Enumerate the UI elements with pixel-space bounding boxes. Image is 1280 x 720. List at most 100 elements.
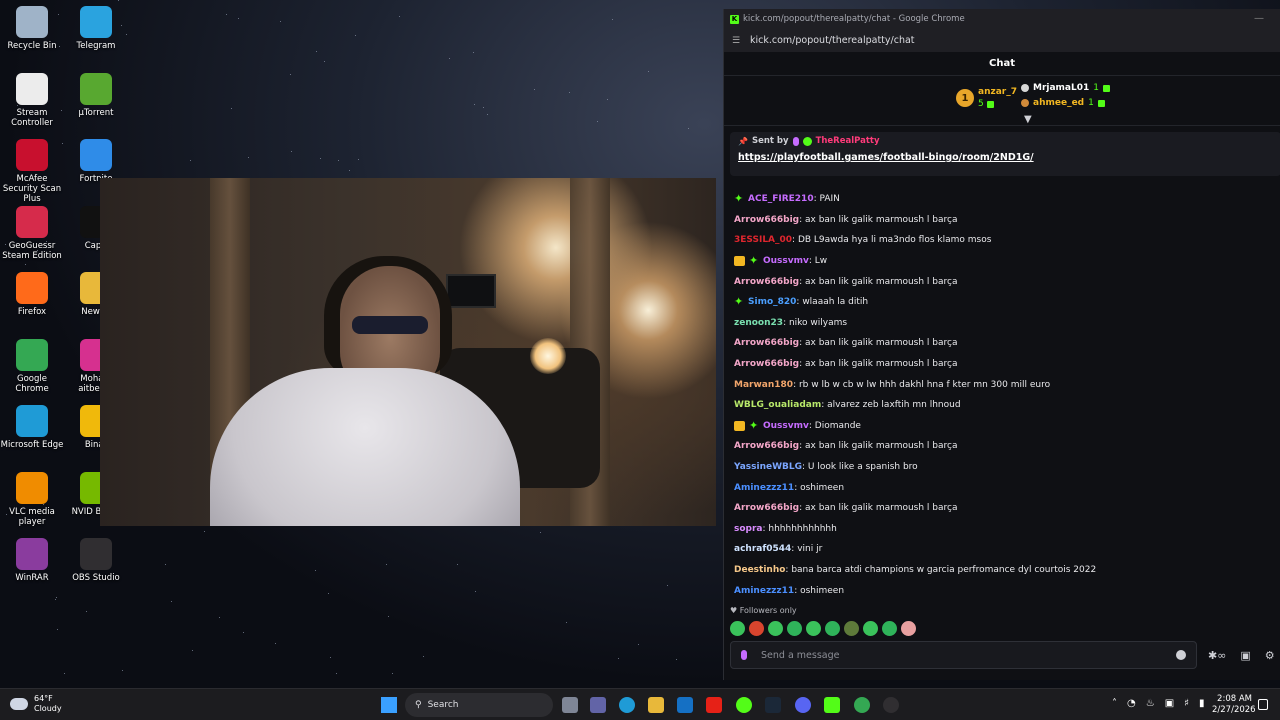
chat-message[interactable]: WBLG_oualiadam: alvarez zeb laxftih mn l… [724,395,1280,416]
chat-username[interactable]: Arrow666big [734,277,799,287]
chat-message[interactable]: Arrow666big: ax ban lik galik marmoush l… [724,271,1280,292]
kick-app-icon[interactable] [736,697,752,713]
emote-icon[interactable] [901,621,916,636]
share-icon[interactable]: ✱∞ [1208,649,1226,662]
desktop-icon[interactable]: Stream Controller [0,72,64,128]
chat-message[interactable]: ✦ Oussvmv: Diomande [724,416,1280,437]
outlook-icon[interactable] [677,697,693,713]
emote-icon[interactable] [825,621,840,636]
weather-widget[interactable]: 64°F Cloudy [10,694,62,714]
microphone-icon[interactable]: ♨ [1146,698,1155,709]
chat-message[interactable]: YassineWBLG: U look like a spanish bro [724,457,1280,478]
clock[interactable]: 2:08 AM 2/27/2026 [1212,694,1256,716]
network-icon[interactable]: ▣ [1165,698,1174,709]
windows-start-icon[interactable] [381,697,397,713]
chat-message[interactable]: ✦ ACE_FIRE210: PAIN [724,189,1280,210]
notification-icon[interactable] [1258,699,1268,710]
leaderboard-second[interactable]: MrjamaL01 1 [1021,83,1110,93]
chat-message[interactable]: Marwan180: rb w lb w cb w lw hhh dakhl h… [724,374,1280,395]
emote-icon[interactable] [806,621,821,636]
chat-username[interactable]: zenoon23 [734,318,783,328]
pinned-sender-name[interactable]: TheRealPatty [816,136,880,146]
chat-message[interactable]: 3ESSILA_00: DB L9awda hya li ma3ndo flos… [724,230,1280,251]
emote-icon[interactable] [749,621,764,636]
desktop-icon[interactable]: McAfee Security Scan Plus [0,139,64,204]
chat-username[interactable]: sopra [734,524,763,534]
title-bar[interactable]: K kick.com/popout/therealpatty/chat - Go… [724,9,1280,29]
chat-message[interactable]: Arrow666big: ax ban lik galik marmoush l… [724,436,1280,457]
expand-leaderboard-icon[interactable]: ▼ [1024,114,1032,125]
taskbar-search[interactable]: ⚲ Search [405,693,553,717]
emote-icon[interactable] [768,621,783,636]
chat-message[interactable]: Arrow666big: ax ban lik galik marmoush l… [724,354,1280,375]
chat-message[interactable]: Aminezzz11: oshimeen [724,580,1280,601]
desktop-icon[interactable]: Telegram [64,6,128,51]
desktop-icon[interactable]: GeoGuessr Steam Edition [0,205,64,261]
chat-username[interactable]: Aminezzz11 [734,483,794,493]
chat-username[interactable]: Oussvmv [763,256,809,266]
site-info-icon[interactable]: ☰ [732,36,742,46]
chat-message[interactable]: sopra: hhhhhhhhhhhh [724,519,1280,540]
chat-username[interactable]: 3ESSILA_00 [734,235,792,245]
teams-icon[interactable] [590,697,606,713]
kick-studio-icon[interactable] [824,697,840,713]
chat-input[interactable]: Send a message [730,641,1197,669]
chat-message[interactable]: achraf0544: vini jr [724,539,1280,560]
chat-message[interactable]: Arrow666big: ax ban lik galik marmoush l… [724,210,1280,231]
address-bar[interactable]: ☰ kick.com/popout/therealpatty/chat [724,29,1280,52]
emoji-picker-icon[interactable] [1176,650,1186,660]
volume-icon[interactable]: ♯ [1184,698,1189,709]
chat-message[interactable]: ✦ Simo_820: wlaaah la ditih [724,292,1280,313]
battery-icon[interactable]: ▮ [1199,698,1205,709]
emote-icon[interactable] [844,621,859,636]
chevron-up-icon[interactable]: ˄ [1112,698,1117,709]
emote-bar[interactable] [730,621,916,636]
file-explorer-icon[interactable] [648,697,664,713]
edge-icon[interactable] [619,697,635,713]
chat-message[interactable]: ✦ Oussvmv: Lw [724,251,1280,272]
chat-message[interactable]: Aminezzz11: oshimeen [724,477,1280,498]
desktop-icon[interactable]: µTorrent [64,72,128,118]
chat-message[interactable]: Arrow666big: ax ban lik galik marmoush l… [724,498,1280,519]
gift-shop-icon[interactable]: ▣ [1240,649,1250,662]
chrome-icon[interactable] [854,697,870,713]
chat-username[interactable]: Marwan180 [734,380,793,390]
settings-icon[interactable]: ⚙ [1265,649,1275,662]
chat-username[interactable]: Deestinho [734,565,785,575]
youtube-icon[interactable] [706,697,722,713]
chat-username[interactable]: Oussvmv [763,421,809,431]
chat-username[interactable]: achraf0544 [734,544,791,554]
chat-username[interactable]: Simo_820 [748,297,796,307]
tray-app-icon[interactable]: ◔ [1127,698,1136,709]
chat-message[interactable]: zenoon23: niko wilyams [724,313,1280,334]
desktop-icon[interactable]: Google Chrome [0,338,64,394]
chat-username[interactable]: ACE_FIRE210 [748,194,814,204]
desktop-icon[interactable]: WinRAR [0,538,64,583]
chat-message[interactable]: Deestinho: bana barca atdi champions w g… [724,560,1280,581]
leaderboard-first[interactable]: 1 anzar_7 5 [956,86,1017,110]
chat-username[interactable]: Arrow666big [734,441,799,451]
discord-icon[interactable] [795,697,811,713]
minimize-icon[interactable]: — [1254,13,1264,24]
chat-username[interactable]: Arrow666big [734,338,799,348]
gift-leaderboard[interactable]: 1 anzar_7 5 MrjamaL01 1 ahmee_ed 1 ▼ [724,76,1280,126]
chat-username[interactable]: YassineWBLG [734,462,802,472]
pinned-link[interactable]: https://playfootball.games/football-bing… [738,152,1273,163]
chat-message[interactable]: Arrow666big: ax ban lik galik marmoush l… [724,333,1280,354]
chat-username[interactable]: WBLG_oualiadam [734,400,821,410]
desktop-icon[interactable]: OBS Studio [64,538,128,583]
chat-username[interactable]: Arrow666big [734,503,799,513]
chat-username[interactable]: Arrow666big [734,359,799,369]
emote-icon[interactable] [787,621,802,636]
desktop-icon[interactable]: VLC media player [0,471,64,527]
desktop-icon[interactable]: Recycle Bin [0,6,64,51]
desktop-icon[interactable]: Firefox [0,272,64,317]
desktop-icon[interactable]: Microsoft Edge [0,405,64,450]
task-view-icon[interactable] [562,697,578,713]
leaderboard-third[interactable]: ahmee_ed 1 [1021,98,1105,108]
chat-username[interactable]: Arrow666big [734,215,799,225]
chat-username[interactable]: Aminezzz11 [734,586,794,596]
emote-icon[interactable] [863,621,878,636]
obs-icon[interactable] [883,697,899,713]
emote-icon[interactable] [730,621,745,636]
